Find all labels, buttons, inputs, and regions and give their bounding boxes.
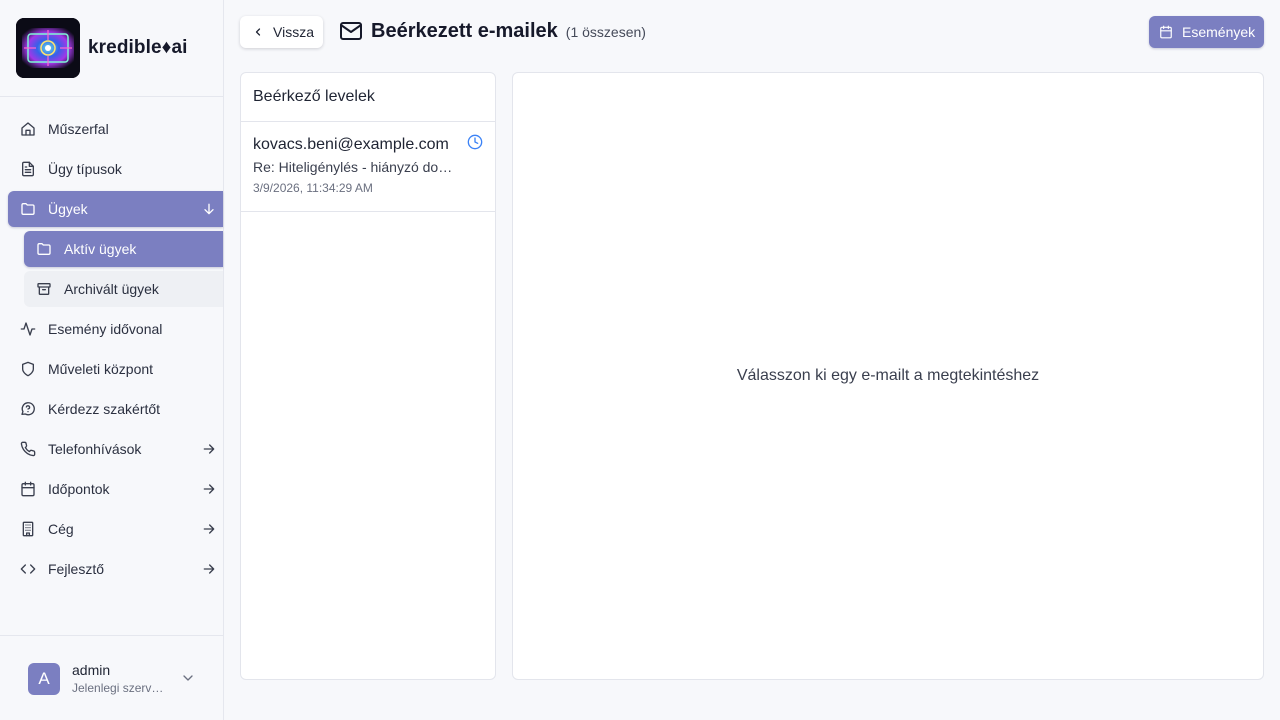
sidebar-item-label: Kérdezz szakértőt: [48, 401, 161, 417]
sidebar-item-phone-calls[interactable]: Telefonhívások: [0, 431, 223, 467]
shield-icon: [20, 361, 36, 377]
mail-icon: [340, 22, 362, 40]
sidebar-item-developer[interactable]: Fejlesztő: [0, 551, 223, 587]
sidebar-item-label: Archivált ügyek: [64, 281, 159, 297]
inbox-heading: Beérkező levelek: [241, 73, 495, 122]
email-subject: Re: Hiteligénylés - hiányzó dokumentumok: [253, 159, 458, 175]
sidebar-item-label: Fejlesztő: [48, 561, 105, 577]
sidebar-item-appointments[interactable]: Időpontok: [0, 471, 223, 507]
sidebar-item-label: Telefonhívások: [48, 441, 142, 457]
email-date: 3/9/2026, 11:34:29 AM: [253, 181, 373, 195]
building-icon: [20, 521, 36, 537]
inbox-panel: Beérkező levelek kovacs.beni@example.com…: [240, 72, 496, 680]
sidebar-item-ask-expert[interactable]: Kérdezz szakértőt: [0, 391, 223, 427]
email-count: (1 összesen): [565, 24, 646, 40]
avatar: A: [28, 662, 60, 695]
help-circle-icon: [20, 401, 36, 417]
sidebar-item-event-timeline[interactable]: Esemény idővonal: [0, 311, 223, 347]
folder-icon: [36, 241, 52, 257]
arrow-down-icon: [201, 201, 217, 217]
page-title: Beérkezett e-mailek: [371, 19, 558, 42]
sidebar-nav: Műszerfal Ügy típusok Ügyek Aktív ügyek: [0, 111, 223, 591]
user-divider: [0, 635, 223, 636]
sidebar-divider: [0, 96, 223, 97]
user-info: admin Jelenlegi szervezet: [72, 662, 168, 695]
empty-state-message: Válasszon ki egy e-mailt a megtekintéshe…: [736, 367, 1040, 384]
logo: [16, 18, 80, 78]
user-name: admin: [72, 662, 111, 678]
sidebar-item-label: Időpontok: [48, 481, 110, 497]
code-icon: [20, 561, 36, 577]
phone-icon: [20, 441, 36, 457]
email-list-item[interactable]: kovacs.beni@example.com Re: Hiteligénylé…: [241, 122, 495, 212]
calendar-icon: [20, 481, 36, 497]
sidebar-item-label: Cég: [48, 521, 74, 537]
page-header: Beérkezett e-mailek (1 összesen): [339, 19, 646, 43]
sidebar-item-label: Műszerfal: [48, 121, 109, 137]
email-sender: kovacs.beni@example.com: [253, 136, 449, 153]
sidebar-item-label: Ügy típusok: [48, 161, 122, 177]
sidebar-item-case-types[interactable]: Ügy típusok: [0, 151, 223, 187]
sidebar-item-label: Aktív ügyek: [64, 241, 137, 257]
brand-name: kredible♦ai: [88, 37, 188, 58]
sidebar-item-cases[interactable]: Ügyek: [8, 191, 223, 227]
email-viewer: Válasszon ki egy e-mailt a megtekintéshe…: [512, 72, 1264, 680]
sidebar-item-label: Műveleti központ: [48, 361, 154, 377]
user-organization: Jelenlegi szervezet: [72, 681, 168, 695]
sidebar-item-operations-center[interactable]: Műveleti központ: [0, 351, 223, 387]
events-button[interactable]: Események: [1149, 16, 1264, 48]
arrow-right-icon: [201, 481, 217, 497]
arrow-right-icon: [201, 561, 217, 577]
activity-icon: [20, 321, 36, 337]
back-button[interactable]: Vissza: [240, 16, 323, 48]
sidebar-item-label: Ügyek: [48, 201, 88, 217]
sidebar-item-label: Esemény idővonal: [48, 321, 163, 337]
calendar-icon: [1160, 25, 1172, 39]
sidebar-item-active-cases[interactable]: Aktív ügyek: [24, 231, 223, 267]
events-button-label: Események: [1182, 24, 1256, 40]
folder-icon: [20, 201, 36, 217]
sidebar-item-archived-cases[interactable]: Archivált ügyek: [24, 271, 223, 307]
arrow-right-icon: [201, 521, 217, 537]
clock-icon: [467, 134, 483, 150]
sidebar-item-company[interactable]: Cég: [0, 511, 223, 547]
sidebar: kredible♦ai Műszerfal Ügy típusok Ügyek: [0, 0, 224, 720]
user-menu[interactable]: A admin Jelenlegi szervezet: [28, 662, 198, 695]
arrow-right-icon: [201, 441, 217, 457]
back-button-label: Vissza: [273, 24, 314, 40]
chevron-down-icon: [180, 670, 196, 686]
home-icon: [20, 121, 36, 137]
brand[interactable]: kredible♦ai: [16, 18, 188, 78]
file-text-icon: [20, 161, 36, 177]
archive-icon: [36, 281, 52, 297]
sidebar-item-dashboard[interactable]: Műszerfal: [0, 111, 223, 147]
chevron-left-icon: [255, 28, 261, 36]
